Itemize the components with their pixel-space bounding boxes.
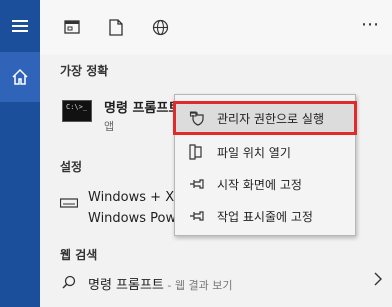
cmd-icon-text: C:\>_ <box>66 103 88 111</box>
settings-heading: 설정 <box>60 160 83 174</box>
run-as-admin-menu-item[interactable]: 관리자 권한으로 실행 <box>173 101 357 135</box>
context-menu: 관리자 권한으로 실행 파일 위치 열기 시작 화면에 고정 작업 표시줄에 고… <box>173 94 357 236</box>
menu-item-label: 파일 위치 열기 <box>217 146 291 160</box>
menu-item-label: 관리자 권한으로 실행 <box>217 112 324 126</box>
filter-toolbar: ⋯ <box>40 0 392 55</box>
result-subtitle: 앱 <box>104 120 115 133</box>
cmd-icon: C:\>_ <box>62 100 92 122</box>
web-search-heading: 웹 검색 <box>60 248 98 262</box>
best-match-heading: 가장 정확 <box>60 64 109 78</box>
pin-to-taskbar-menu-item[interactable]: 작업 표시줄에 고정 <box>175 201 355 231</box>
settings-result-line1: Windows + X <box>88 190 175 205</box>
open-file-location-icon <box>189 144 205 160</box>
more-options-button[interactable]: ⋯ <box>361 14 380 35</box>
shield-icon <box>189 110 205 126</box>
result-title: 명령 프롬프트 <box>104 101 181 116</box>
web-query: 명령 프롬프트 <box>88 278 164 293</box>
chevron-right-icon[interactable] <box>374 272 382 290</box>
hamburger-menu-icon[interactable] <box>0 0 40 52</box>
left-rail <box>0 0 40 307</box>
search-icon <box>62 275 76 293</box>
open-file-location-menu-item[interactable]: 파일 위치 열기 <box>175 137 355 167</box>
pin-to-start-menu-item[interactable]: 시작 화면에 고정 <box>175 169 355 199</box>
menu-item-label: 작업 표시줄에 고정 <box>217 210 313 224</box>
pin-icon <box>189 176 205 192</box>
apps-filter-icon[interactable] <box>62 17 82 37</box>
documents-filter-icon[interactable] <box>106 17 126 37</box>
web-query-text: 명령 프롬프트 - 웹 결과 보기 <box>88 274 232 293</box>
home-icon[interactable] <box>0 52 40 102</box>
web-search-result[interactable]: 명령 프롬프트 - 웹 결과 보기 <box>60 272 390 298</box>
pin-icon <box>189 208 205 224</box>
menu-item-label: 시작 화면에 고정 <box>217 178 302 192</box>
keyboard-icon <box>59 194 79 213</box>
web-filter-icon[interactable] <box>150 17 170 37</box>
web-query-hint: - 웹 결과 보기 <box>163 279 233 292</box>
